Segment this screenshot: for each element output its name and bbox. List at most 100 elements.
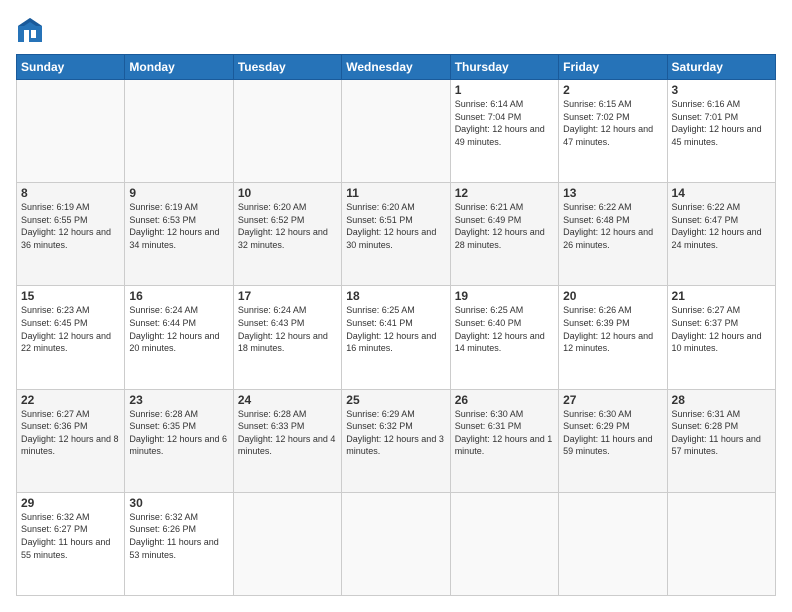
calendar-cell: 15Sunrise: 6:23 AMSunset: 6:45 PMDayligh…: [17, 286, 125, 389]
day-info: Sunrise: 6:20 AMSunset: 6:52 PMDaylight:…: [238, 201, 337, 251]
day-number: 27: [563, 393, 662, 407]
day-info: Sunrise: 6:23 AMSunset: 6:45 PMDaylight:…: [21, 304, 120, 354]
calendar-cell: [125, 80, 233, 183]
calendar-week-row: 29Sunrise: 6:32 AMSunset: 6:27 PMDayligh…: [17, 492, 776, 595]
page: SundayMondayTuesdayWednesdayThursdayFrid…: [0, 0, 792, 612]
calendar-cell: 30Sunrise: 6:32 AMSunset: 6:26 PMDayligh…: [125, 492, 233, 595]
day-info: Sunrise: 6:19 AMSunset: 6:55 PMDaylight:…: [21, 201, 120, 251]
calendar-cell: [450, 492, 558, 595]
day-info: Sunrise: 6:30 AMSunset: 6:31 PMDaylight:…: [455, 408, 554, 458]
calendar-week-row: 8Sunrise: 6:19 AMSunset: 6:55 PMDaylight…: [17, 183, 776, 286]
calendar-cell: 14Sunrise: 6:22 AMSunset: 6:47 PMDayligh…: [667, 183, 775, 286]
day-number: 8: [21, 186, 120, 200]
day-info: Sunrise: 6:31 AMSunset: 6:28 PMDaylight:…: [672, 408, 771, 458]
calendar-day-header: Wednesday: [342, 55, 450, 80]
calendar-cell: 23Sunrise: 6:28 AMSunset: 6:35 PMDayligh…: [125, 389, 233, 492]
calendar-cell: 28Sunrise: 6:31 AMSunset: 6:28 PMDayligh…: [667, 389, 775, 492]
day-info: Sunrise: 6:26 AMSunset: 6:39 PMDaylight:…: [563, 304, 662, 354]
day-info: Sunrise: 6:24 AMSunset: 6:44 PMDaylight:…: [129, 304, 228, 354]
calendar-cell: 18Sunrise: 6:25 AMSunset: 6:41 PMDayligh…: [342, 286, 450, 389]
day-info: Sunrise: 6:25 AMSunset: 6:40 PMDaylight:…: [455, 304, 554, 354]
calendar-cell: 2Sunrise: 6:15 AMSunset: 7:02 PMDaylight…: [559, 80, 667, 183]
calendar-cell: 25Sunrise: 6:29 AMSunset: 6:32 PMDayligh…: [342, 389, 450, 492]
header: [16, 16, 776, 44]
calendar-cell: [342, 80, 450, 183]
logo: [16, 16, 48, 44]
calendar-cell: 3Sunrise: 6:16 AMSunset: 7:01 PMDaylight…: [667, 80, 775, 183]
calendar-cell: [342, 492, 450, 595]
day-info: Sunrise: 6:30 AMSunset: 6:29 PMDaylight:…: [563, 408, 662, 458]
day-number: 2: [563, 83, 662, 97]
calendar-cell: [559, 492, 667, 595]
calendar-cell: 12Sunrise: 6:21 AMSunset: 6:49 PMDayligh…: [450, 183, 558, 286]
calendar-week-row: 15Sunrise: 6:23 AMSunset: 6:45 PMDayligh…: [17, 286, 776, 389]
day-number: 11: [346, 186, 445, 200]
day-number: 29: [21, 496, 120, 510]
day-info: Sunrise: 6:14 AMSunset: 7:04 PMDaylight:…: [455, 98, 554, 148]
day-info: Sunrise: 6:32 AMSunset: 6:26 PMDaylight:…: [129, 511, 228, 561]
day-number: 14: [672, 186, 771, 200]
day-number: 16: [129, 289, 228, 303]
calendar-cell: 22Sunrise: 6:27 AMSunset: 6:36 PMDayligh…: [17, 389, 125, 492]
day-number: 30: [129, 496, 228, 510]
day-number: 3: [672, 83, 771, 97]
day-number: 21: [672, 289, 771, 303]
day-number: 24: [238, 393, 337, 407]
calendar-cell: 27Sunrise: 6:30 AMSunset: 6:29 PMDayligh…: [559, 389, 667, 492]
calendar-cell: 13Sunrise: 6:22 AMSunset: 6:48 PMDayligh…: [559, 183, 667, 286]
calendar-cell: 17Sunrise: 6:24 AMSunset: 6:43 PMDayligh…: [233, 286, 341, 389]
day-number: 10: [238, 186, 337, 200]
calendar-cell: 9Sunrise: 6:19 AMSunset: 6:53 PMDaylight…: [125, 183, 233, 286]
calendar-table: SundayMondayTuesdayWednesdayThursdayFrid…: [16, 54, 776, 596]
calendar-cell: [667, 492, 775, 595]
day-number: 19: [455, 289, 554, 303]
day-number: 28: [672, 393, 771, 407]
calendar-day-header: Monday: [125, 55, 233, 80]
calendar-cell: 29Sunrise: 6:32 AMSunset: 6:27 PMDayligh…: [17, 492, 125, 595]
calendar-cell: 16Sunrise: 6:24 AMSunset: 6:44 PMDayligh…: [125, 286, 233, 389]
calendar-week-row: 22Sunrise: 6:27 AMSunset: 6:36 PMDayligh…: [17, 389, 776, 492]
day-info: Sunrise: 6:28 AMSunset: 6:33 PMDaylight:…: [238, 408, 337, 458]
day-info: Sunrise: 6:21 AMSunset: 6:49 PMDaylight:…: [455, 201, 554, 251]
day-number: 9: [129, 186, 228, 200]
calendar-cell: 26Sunrise: 6:30 AMSunset: 6:31 PMDayligh…: [450, 389, 558, 492]
calendar-cell: 10Sunrise: 6:20 AMSunset: 6:52 PMDayligh…: [233, 183, 341, 286]
calendar-header-row: SundayMondayTuesdayWednesdayThursdayFrid…: [17, 55, 776, 80]
logo-icon: [16, 16, 44, 44]
calendar-day-header: Saturday: [667, 55, 775, 80]
calendar-day-header: Tuesday: [233, 55, 341, 80]
calendar-day-header: Sunday: [17, 55, 125, 80]
calendar-cell: 21Sunrise: 6:27 AMSunset: 6:37 PMDayligh…: [667, 286, 775, 389]
calendar-cell: 20Sunrise: 6:26 AMSunset: 6:39 PMDayligh…: [559, 286, 667, 389]
day-info: Sunrise: 6:28 AMSunset: 6:35 PMDaylight:…: [129, 408, 228, 458]
day-number: 1: [455, 83, 554, 97]
day-info: Sunrise: 6:22 AMSunset: 6:47 PMDaylight:…: [672, 201, 771, 251]
day-info: Sunrise: 6:15 AMSunset: 7:02 PMDaylight:…: [563, 98, 662, 148]
day-info: Sunrise: 6:29 AMSunset: 6:32 PMDaylight:…: [346, 408, 445, 458]
day-number: 26: [455, 393, 554, 407]
calendar-day-header: Friday: [559, 55, 667, 80]
day-info: Sunrise: 6:24 AMSunset: 6:43 PMDaylight:…: [238, 304, 337, 354]
calendar-cell: [233, 492, 341, 595]
day-info: Sunrise: 6:27 AMSunset: 6:37 PMDaylight:…: [672, 304, 771, 354]
calendar-cell: [233, 80, 341, 183]
day-info: Sunrise: 6:22 AMSunset: 6:48 PMDaylight:…: [563, 201, 662, 251]
calendar-week-row: 1Sunrise: 6:14 AMSunset: 7:04 PMDaylight…: [17, 80, 776, 183]
day-number: 17: [238, 289, 337, 303]
day-info: Sunrise: 6:25 AMSunset: 6:41 PMDaylight:…: [346, 304, 445, 354]
calendar-cell: 19Sunrise: 6:25 AMSunset: 6:40 PMDayligh…: [450, 286, 558, 389]
calendar-cell: 24Sunrise: 6:28 AMSunset: 6:33 PMDayligh…: [233, 389, 341, 492]
day-number: 12: [455, 186, 554, 200]
day-info: Sunrise: 6:32 AMSunset: 6:27 PMDaylight:…: [21, 511, 120, 561]
day-number: 13: [563, 186, 662, 200]
calendar-day-header: Thursday: [450, 55, 558, 80]
day-number: 23: [129, 393, 228, 407]
day-number: 18: [346, 289, 445, 303]
day-info: Sunrise: 6:16 AMSunset: 7:01 PMDaylight:…: [672, 98, 771, 148]
day-number: 22: [21, 393, 120, 407]
day-number: 25: [346, 393, 445, 407]
day-number: 15: [21, 289, 120, 303]
day-info: Sunrise: 6:19 AMSunset: 6:53 PMDaylight:…: [129, 201, 228, 251]
day-info: Sunrise: 6:20 AMSunset: 6:51 PMDaylight:…: [346, 201, 445, 251]
calendar-cell: 8Sunrise: 6:19 AMSunset: 6:55 PMDaylight…: [17, 183, 125, 286]
